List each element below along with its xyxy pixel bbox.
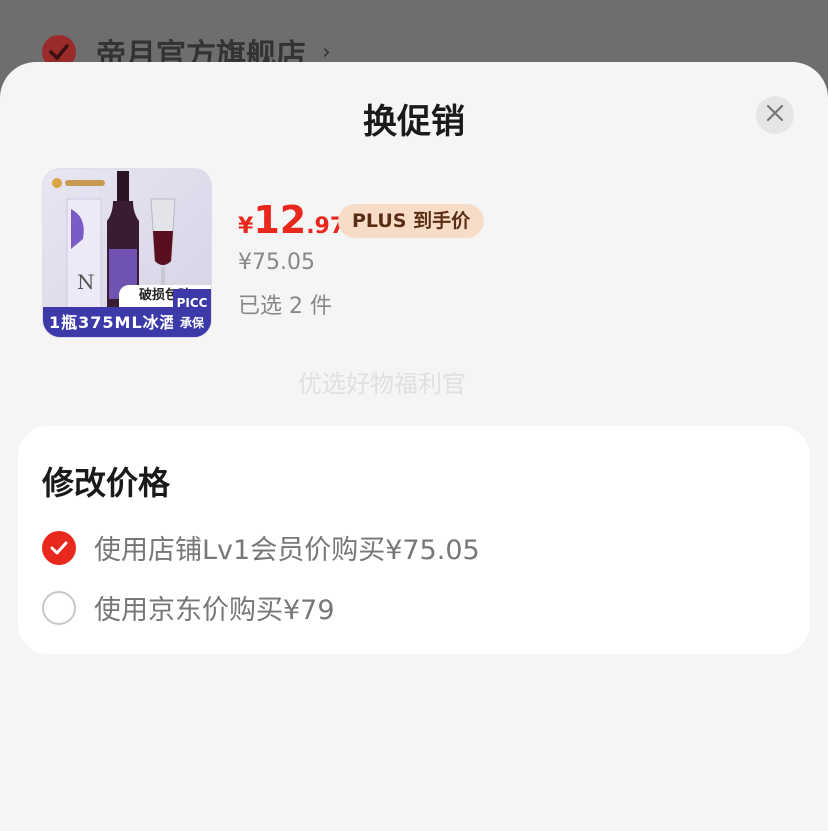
close-icon [766, 104, 784, 126]
radio-checked-icon[interactable] [42, 530, 76, 565]
sheet-title: 换促销 [363, 102, 465, 142]
price-integer: 12 [253, 198, 307, 242]
image-tag-insurance: PICC 承保 [173, 289, 211, 337]
chevron-right-icon: › [322, 39, 331, 65]
original-price: ¥75.05 [238, 250, 315, 275]
price-option-label: 使用店铺Lv1会员价购买¥75.05 [94, 535, 480, 566]
image-band-text: 1瓶375ML冰酒 [49, 313, 177, 332]
svg-text:N: N [77, 270, 95, 294]
card-title: 修改价格 [42, 464, 171, 502]
radio-unchecked-icon[interactable] [42, 590, 76, 625]
selected-count: 已选 2 件 [238, 294, 332, 319]
watermark-text: 优选好物福利官 [298, 370, 466, 398]
currency-symbol: ¥ [238, 214, 254, 239]
close-button[interactable] [756, 96, 794, 134]
modify-price-card: 修改价格 使用店铺Lv1会员价购买¥75.05 使用京东价购买¥79 [18, 426, 810, 654]
promotion-sheet: 换促销 N 破损包赔 1瓶375ML冰酒 PICC 承保 ¥ 12 .97 PL [0, 62, 828, 831]
plus-price: ¥ 12 .97 [238, 198, 345, 242]
price-option-member[interactable]: 使用店铺Lv1会员价购买¥75.05 [42, 528, 480, 567]
price-option-label: 使用京东价购买¥79 [94, 595, 335, 626]
product-image: N 破损包赔 1瓶375ML冰酒 PICC 承保 [42, 168, 212, 338]
plus-price-badge: PLUS 到手价 [338, 204, 485, 238]
price-option-jd[interactable]: 使用京东价购买¥79 [42, 588, 335, 627]
